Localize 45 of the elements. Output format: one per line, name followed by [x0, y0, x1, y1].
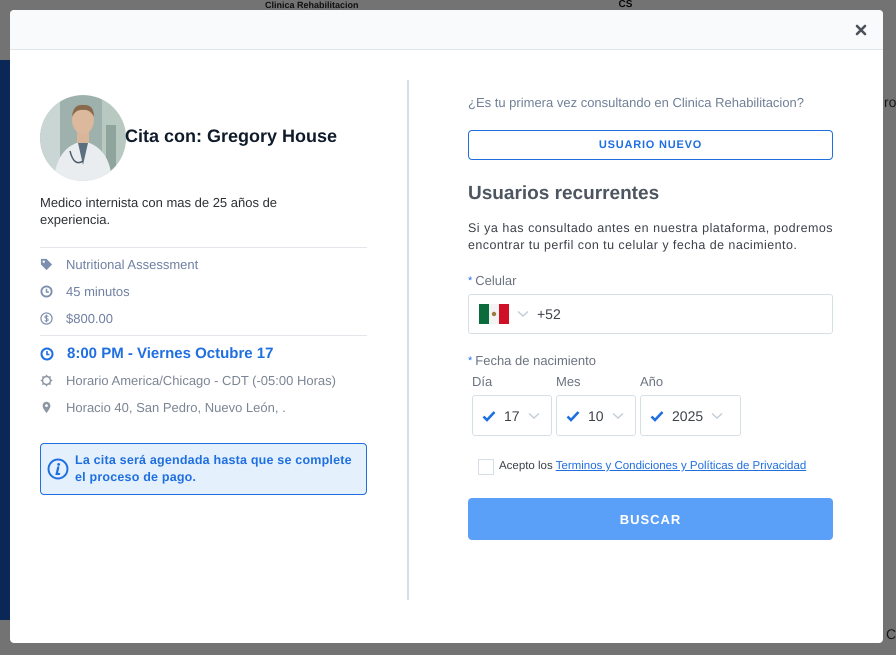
section-title: Usuarios recurrentes	[468, 183, 660, 205]
chevron-down-icon	[711, 412, 724, 420]
date-select[interactable]: 17	[472, 395, 552, 436]
terms-text: Acepto los Terminos y Condiciones y Políticas de Privacidad	[499, 459, 806, 474]
field-label: Día	[472, 374, 494, 391]
notice-text: La cita será agendada hasta que se complete el proceso de pago.	[75, 452, 353, 486]
field-label: Año	[640, 374, 664, 391]
field-label: Celular	[475, 273, 516, 288]
chevron-down-icon	[517, 310, 529, 318]
new-user-button[interactable]: USUARIO NUEVO	[468, 130, 833, 160]
phone-field[interactable]: +52	[468, 294, 833, 334]
clock-icon	[40, 346, 54, 360]
checkbox[interactable]	[478, 458, 494, 474]
detail-text: $800.00	[66, 311, 113, 326]
detail-text: 45 minutos	[66, 284, 130, 299]
gear-icon	[40, 374, 53, 387]
field-label: Mes	[556, 374, 582, 391]
required-mark: *	[468, 274, 472, 286]
doctor-title: Cita con: Gregory House	[125, 126, 338, 147]
flag-icon	[479, 304, 509, 324]
location-pin-icon	[40, 401, 53, 414]
page-title: Clinica Rehabilitacion	[265, 0, 359, 10]
description-text: Si ya has consultado antes en nuestra plataforma, podremos encontrar tu perfil con tu celular y fecha de nacimiento.	[468, 220, 833, 254]
question-text: ¿Es tu primera vez consultando en Clinica Rehabilitacion?	[468, 95, 806, 110]
detail-text: Nutritional Assessment	[66, 257, 198, 272]
clock-icon	[40, 285, 53, 298]
tag-icon	[40, 258, 53, 271]
date-select[interactable]: 10	[556, 395, 636, 436]
doctor-bio: Medico internista con mas de 25 años de experiencia.	[40, 194, 278, 228]
page-text: ro	[884, 94, 896, 110]
info-icon	[47, 458, 69, 480]
required-mark: *	[468, 354, 472, 366]
country-code: +52	[537, 306, 561, 322]
date-select[interactable]: 2025	[640, 395, 741, 436]
detail-text: Horacio 40, San Pedro, Nuevo León, .	[66, 400, 286, 415]
chevron-down-icon	[612, 412, 624, 420]
field-label: Fecha de nacimiento	[475, 353, 596, 368]
dollar-icon	[40, 312, 53, 325]
logo-text: CS	[618, 0, 632, 10]
detail-text: Horario America/Chicago - CDT (-05:00 Horas)	[66, 373, 336, 388]
chevron-down-icon	[528, 412, 540, 420]
terms-link[interactable]: Terminos y Condiciones y Políticas de Privacidad	[556, 460, 806, 472]
close-icon[interactable]	[855, 24, 867, 36]
page-text: C	[886, 626, 896, 642]
appointment-time: 8:00 PM - Viernes Octubre 17	[67, 345, 274, 362]
